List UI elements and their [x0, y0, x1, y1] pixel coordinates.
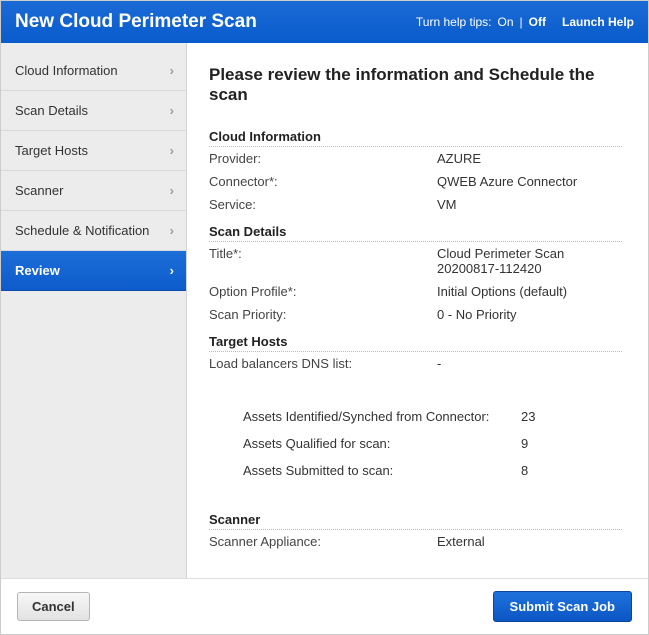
chevron-right-icon: ›	[170, 103, 174, 118]
nav-target-hosts[interactable]: Target Hosts ›	[1, 131, 186, 171]
load-balancers-label: Load balancers DNS list:	[209, 356, 437, 371]
service-label: Service:	[209, 197, 437, 212]
help-area: Turn help tips: On | Off Launch Help	[416, 15, 634, 29]
header-bar: New Cloud Perimeter Scan Turn help tips:…	[1, 1, 648, 43]
option-profile-label: Option Profile*:	[209, 284, 437, 299]
row-provider: Provider: AZURE	[209, 147, 622, 170]
row-assets-qualified: Assets Qualified for scan: 9	[243, 430, 622, 457]
provider-label: Provider:	[209, 151, 437, 166]
row-assets-submitted: Assets Submitted to scan: 8	[243, 457, 622, 484]
nav-schedule-notification[interactable]: Schedule & Notification ›	[1, 211, 186, 251]
load-balancers-value: -	[437, 356, 622, 371]
scan-priority-label: Scan Priority:	[209, 307, 437, 322]
assets-submitted-label: Assets Submitted to scan:	[243, 463, 521, 478]
chevron-right-icon: ›	[170, 63, 174, 78]
scanner-appliance-label: Scanner Appliance:	[209, 534, 437, 549]
row-load-balancers: Load balancers DNS list: -	[209, 352, 622, 375]
assets-submitted-value: 8	[521, 463, 561, 478]
nav-label: Target Hosts	[15, 143, 88, 158]
nav-label: Schedule & Notification	[15, 223, 149, 238]
nav-label: Scan Details	[15, 103, 88, 118]
launch-help-link[interactable]: Launch Help	[562, 15, 634, 29]
help-tips-off-link[interactable]: Off	[529, 15, 546, 29]
help-tips-on-link[interactable]: On	[498, 15, 514, 29]
assets-identified-value: 23	[521, 409, 561, 424]
footer-bar: Cancel Submit Scan Job	[1, 578, 648, 634]
chevron-right-icon: ›	[170, 143, 174, 158]
nav-cloud-information[interactable]: Cloud Information ›	[1, 51, 186, 91]
section-scanner-heading: Scanner	[209, 512, 622, 530]
scan-priority-value: 0 - No Priority	[437, 307, 622, 322]
assets-identified-label: Assets Identified/Synched from Connector…	[243, 409, 521, 424]
assets-qualified-label: Assets Qualified for scan:	[243, 436, 521, 451]
scan-title-value: Cloud Perimeter Scan 20200817-112420	[437, 246, 622, 276]
body-area: Cloud Information › Scan Details › Targe…	[1, 43, 648, 578]
row-connector: Connector*: QWEB Azure Connector	[209, 170, 622, 193]
row-scan-priority: Scan Priority: 0 - No Priority	[209, 303, 622, 326]
connector-label: Connector*:	[209, 174, 437, 189]
asset-stats-block: Assets Identified/Synched from Connector…	[243, 403, 622, 484]
nav-scan-details[interactable]: Scan Details ›	[1, 91, 186, 131]
help-tips-separator: |	[520, 15, 523, 29]
scanner-appliance-value: External	[437, 534, 622, 549]
nav-label: Review	[15, 263, 60, 278]
section-cloud-information-heading: Cloud Information	[209, 129, 622, 147]
page-title: Please review the information and Schedu…	[209, 65, 622, 105]
row-scanner-appliance: Scanner Appliance: External	[209, 530, 622, 553]
provider-value: AZURE	[437, 151, 622, 166]
main-content: Please review the information and Schedu…	[187, 43, 648, 578]
row-assets-identified: Assets Identified/Synched from Connector…	[243, 403, 622, 430]
section-scan-details-heading: Scan Details	[209, 224, 622, 242]
nav-review[interactable]: Review ›	[1, 251, 186, 291]
chevron-right-icon: ›	[170, 223, 174, 238]
chevron-right-icon: ›	[170, 183, 174, 198]
assets-qualified-value: 9	[521, 436, 561, 451]
row-option-profile: Option Profile*: Initial Options (defaul…	[209, 280, 622, 303]
nav-label: Cloud Information	[15, 63, 118, 78]
submit-scan-job-button[interactable]: Submit Scan Job	[493, 591, 632, 622]
help-tips-label: Turn help tips:	[416, 15, 492, 29]
sidebar: Cloud Information › Scan Details › Targe…	[1, 43, 187, 578]
cancel-button[interactable]: Cancel	[17, 592, 90, 621]
section-target-hosts-heading: Target Hosts	[209, 334, 622, 352]
nav-label: Scanner	[15, 183, 63, 198]
window-title: New Cloud Perimeter Scan	[15, 11, 257, 33]
chevron-right-icon: ›	[170, 263, 174, 278]
nav-scanner[interactable]: Scanner ›	[1, 171, 186, 211]
service-value: VM	[437, 197, 622, 212]
option-profile-value: Initial Options (default)	[437, 284, 622, 299]
connector-value: QWEB Azure Connector	[437, 174, 622, 189]
row-title: Title*: Cloud Perimeter Scan 20200817-11…	[209, 242, 622, 280]
scan-title-label: Title*:	[209, 246, 437, 276]
row-service: Service: VM	[209, 193, 622, 216]
